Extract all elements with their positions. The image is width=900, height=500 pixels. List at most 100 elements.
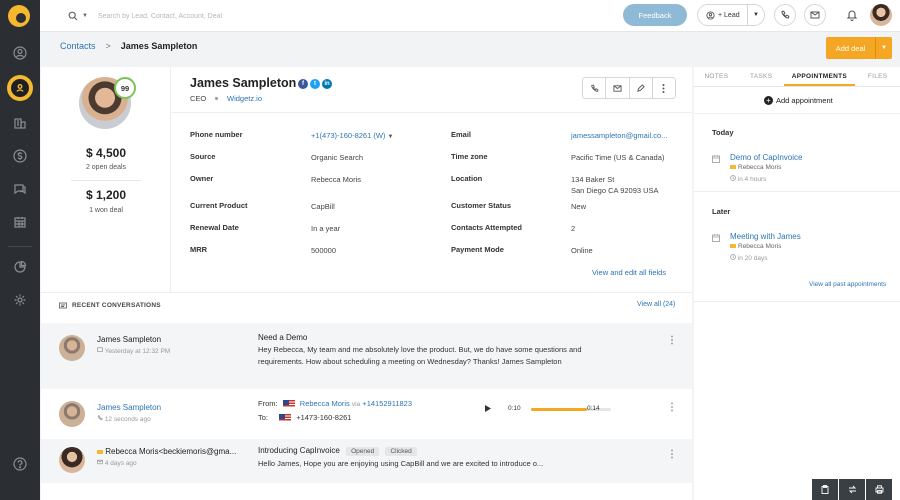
email-compose-button[interactable] [804, 4, 826, 26]
search-input[interactable] [97, 12, 378, 20]
conversation-subject: Introducing CapInvoice [258, 446, 340, 455]
folder-icon [97, 449, 103, 454]
search-scope-chevron-down-icon[interactable]: ▼ [82, 13, 88, 19]
call-from-label: From: [258, 399, 278, 408]
phone-dialer-button[interactable] [774, 4, 796, 26]
conversation-avatar [59, 401, 85, 427]
breadcrumb: Contacts > James Sampleton [60, 41, 197, 51]
twitter-icon[interactable]: t [310, 79, 320, 89]
swap-arrows-icon [848, 485, 856, 494]
play-recording-icon[interactable] [485, 405, 493, 413]
reports-pie-icon[interactable] [12, 259, 28, 275]
field-label-customer-status: Customer Status [451, 201, 512, 210]
conversation-row-email-1[interactable]: James Sampleton Yesterday at 12:32 PM Ne… [41, 323, 692, 389]
global-search[interactable]: ▼ [68, 8, 408, 24]
recording-duration: 0:14 [587, 405, 600, 412]
conversation-more-options-icon[interactable]: ⋮ [667, 450, 677, 465]
conversation-time-text: 4 days ago [104, 460, 137, 467]
tab-files[interactable]: FILES [855, 67, 900, 86]
field-value-source: Organic Search [311, 153, 364, 162]
play-icon [485, 405, 491, 412]
conversation-avatar [59, 335, 85, 361]
field-value-email[interactable]: jamessampleton@gmail.co... [571, 131, 667, 140]
field-label-time-zone: Time zone [451, 152, 488, 161]
print-button[interactable] [866, 479, 892, 500]
user-avatar[interactable] [870, 4, 892, 26]
add-deal-button[interactable]: Add deal [826, 37, 876, 59]
conversation-more-options-icon[interactable]: ⋮ [667, 403, 677, 418]
call-button[interactable] [583, 78, 607, 98]
appointment-owner-text: Rebecca Moris [738, 164, 782, 171]
contact-company-link[interactable]: Widgetz.io [227, 94, 262, 103]
deals-dollar-icon[interactable] [12, 148, 28, 164]
add-deal-chevron-down-icon[interactable]: ▼ [876, 45, 892, 51]
clicked-badge: Clicked [385, 447, 417, 456]
field-value-customer-status: New [571, 202, 587, 211]
facebook-icon[interactable]: f [298, 79, 308, 89]
add-lead-chevron-down-icon[interactable]: ▼ [748, 12, 764, 18]
email-button[interactable] [606, 78, 630, 98]
linkedin-icon[interactable]: in [322, 79, 332, 89]
conversation-row-call[interactable]: James Sampleton 12 seconds ago From: Reb… [41, 389, 692, 439]
phone-chevron-down-icon[interactable]: ▼ [388, 134, 394, 140]
tab-appointments[interactable]: APPOINTMENTS [783, 67, 856, 86]
conversation-body: Hello James, Hope you are enjoying using… [258, 459, 544, 468]
conversation-row-email-2[interactable]: Rebecca Moris<beckiemoris@gma... 4 days … [41, 439, 692, 483]
conversation-time: 4 days ago [97, 459, 137, 467]
section-later: Later [712, 207, 731, 216]
conversations-chat-icon[interactable] [12, 181, 28, 197]
appointment-calendar-icon [712, 234, 720, 242]
breadcrumb-contacts-link[interactable]: Contacts [60, 41, 96, 51]
open-deals-count[interactable]: 2 open deals [41, 164, 171, 171]
feedback-button[interactable]: Feedback [623, 4, 687, 26]
conversation-more-options-icon[interactable]: ⋮ [667, 336, 677, 351]
accounts-building-icon[interactable] [12, 115, 28, 131]
add-lead-split-button[interactable]: + Lead ▼ [697, 4, 765, 26]
conversation-caller-link[interactable]: James Sampleton [97, 403, 161, 412]
mail-icon [97, 459, 103, 465]
contacts-icon[interactable] [7, 75, 33, 101]
app-logo-icon[interactable] [8, 5, 30, 27]
vertical-ellipsis-icon [662, 83, 665, 93]
tab-tasks[interactable]: TASKS [739, 67, 784, 86]
field-value-payment-mode: Online [571, 246, 593, 255]
settings-gear-icon[interactable] [12, 292, 28, 308]
notifications-bell-icon[interactable] [845, 8, 859, 22]
sidebar-divider [8, 246, 32, 247]
conversation-body: Hey Rebecca, My team and me absolutely l… [258, 345, 582, 366]
add-appointment-button[interactable]: + Add appointment [764, 96, 833, 105]
edit-button[interactable] [630, 78, 653, 98]
appointment-title-link[interactable]: Demo of CapInvoice [730, 153, 802, 162]
view-all-past-appointments-link[interactable]: View all past appointments [809, 281, 886, 288]
field-label-current-product: Current Product [190, 201, 248, 210]
opened-badge: Opened [346, 447, 380, 456]
won-deals-count[interactable]: 1 won deal [41, 207, 171, 214]
appointment-time-text: in 4 hours [737, 176, 767, 183]
conversation-subject-line: Introducing CapInvoice Opened Clicked [258, 446, 417, 456]
appointment-title-link[interactable]: Meeting with James [730, 232, 801, 241]
call-from-number-link[interactable]: +14152911823 [362, 399, 412, 408]
appointment-owner: Rebecca Moris [730, 164, 781, 171]
conversations-icon [59, 302, 67, 309]
transfer-button[interactable] [839, 479, 865, 500]
field-value-phone[interactable]: +1(473)-160-8261 (W) ▼ [311, 131, 393, 140]
calendar-icon[interactable] [12, 214, 28, 230]
add-lead-button[interactable]: + Lead [698, 5, 748, 25]
more-options-button[interactable] [653, 78, 675, 98]
help-icon[interactable] [12, 456, 28, 472]
field-label-payment-mode: Payment Mode [451, 245, 504, 254]
clipboard-button[interactable] [812, 479, 838, 500]
tab-notes[interactable]: NOTES [694, 67, 739, 86]
us-flag-icon [279, 414, 292, 423]
view-edit-all-fields-link[interactable]: View and edit all fields [592, 268, 666, 277]
view-all-conversations-link[interactable]: View all (24) [637, 301, 675, 308]
us-flag-icon [282, 400, 295, 409]
call-to-number: +1473-160-8261 [296, 413, 352, 422]
clipboard-icon [821, 485, 829, 494]
call-from-name-link[interactable]: Rebecca Moris [300, 399, 350, 408]
add-deal-split-button[interactable]: Add deal ▼ [826, 37, 892, 59]
field-label-mrr: MRR [190, 245, 208, 254]
recent-conversations-title: RECENT CONVERSATIONS [72, 302, 161, 309]
user-circle-icon[interactable] [12, 45, 28, 61]
field-label-email: Email [451, 130, 472, 139]
